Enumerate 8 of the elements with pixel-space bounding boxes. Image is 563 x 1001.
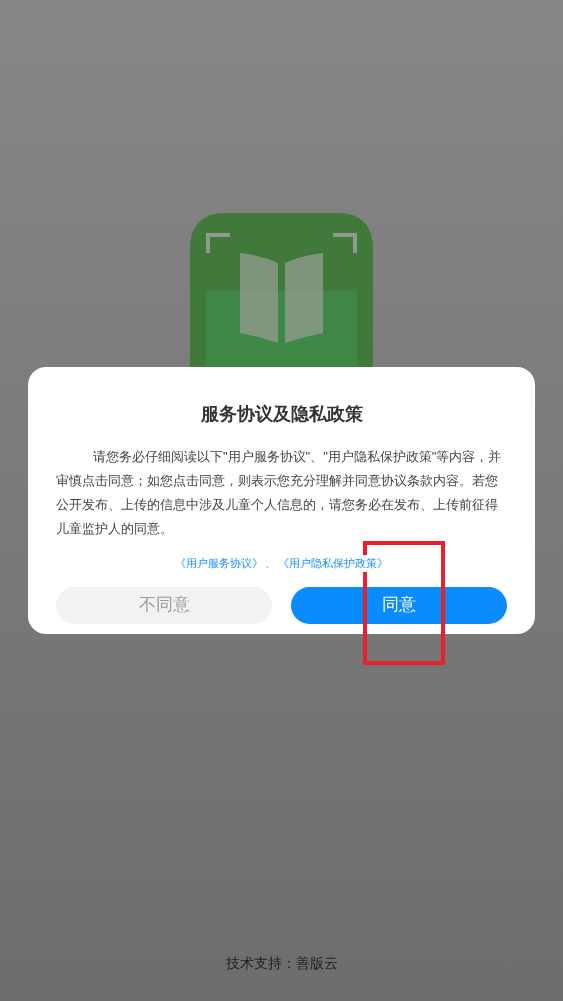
link-separator: 、 — [265, 556, 276, 571]
app-logo-icon — [190, 213, 373, 370]
footer-text: 技术支持：善版云 — [225, 955, 338, 971]
service-agreement-link[interactable]: 《用户服务协议》 — [175, 555, 263, 572]
dialog-message: 请您务必仔细阅读以下"用户服务协议"、"用户隐私保护政策"等内容，并审慎点击同意；如您点击同意，则表示您充分理解并同意协议条款内容。若您公开发布、上传的信息中涉及儿童个人信息的，请您务必在发布、上传前征得儿童监护人的同意。 — [55, 448, 503, 538]
disagree-button[interactable]: 不同意 — [56, 586, 272, 624]
dialog-title: 服务协议及隐私政策 — [200, 403, 363, 426]
agree-button[interactable]: 同意 — [291, 586, 507, 624]
